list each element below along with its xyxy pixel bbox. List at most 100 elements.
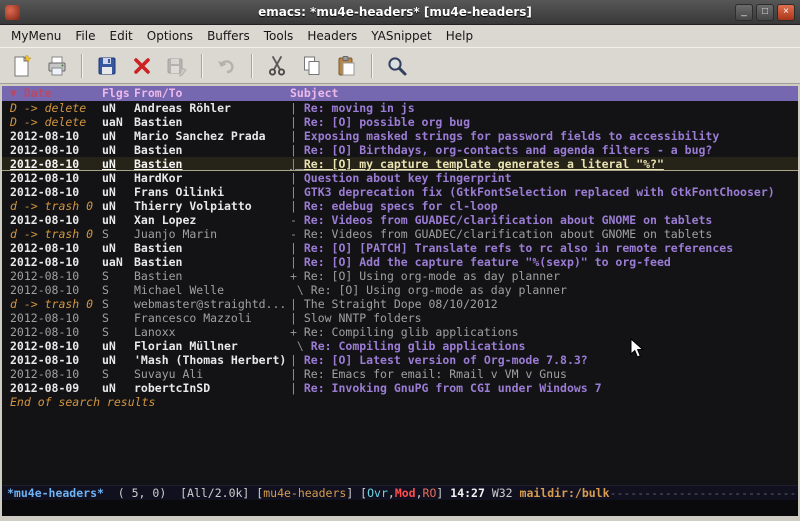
emacs-app-icon: [5, 5, 20, 20]
message-row[interactable]: 2012-08-10 S Suvayu Ali | Re: Emacs for …: [2, 367, 798, 381]
modeline-overwrite-indicator: Ovr: [367, 486, 388, 501]
thread-prefix: |: [290, 311, 304, 325]
column-header-flags[interactable]: Flgs: [102, 86, 134, 101]
message-flags: uN: [102, 339, 134, 353]
message-flags: S: [102, 367, 134, 381]
message-flags: uN: [102, 213, 134, 227]
modeline-buffer-name: *mu4e-headers*: [7, 486, 104, 501]
copy-icon[interactable]: [296, 51, 328, 81]
undo-icon[interactable]: [211, 51, 243, 81]
print-icon[interactable]: [41, 51, 73, 81]
message-from: Lanoxx: [134, 325, 290, 339]
menu-headers[interactable]: Headers: [300, 26, 364, 46]
column-header-date[interactable]: ▼ Date: [2, 86, 102, 101]
message-from: Suvayu Ali: [134, 367, 290, 381]
subject-text: Re: [O] Birthdays, org-contacts and agen…: [304, 143, 713, 157]
emacs-window: emacs: *mu4e-headers* [mu4e-headers] _ □…: [0, 0, 800, 521]
menu-tools[interactable]: Tools: [257, 26, 301, 46]
message-row[interactable]: 2012-08-09 uN robertcInSD | Re: Invoking…: [2, 381, 798, 395]
menu-options[interactable]: Options: [140, 26, 200, 46]
message-from: Andreas Röhler: [134, 101, 290, 115]
message-row[interactable]: d -> trash 0 uN Thierry Volpiatto | Re: …: [2, 199, 798, 213]
message-date-or-mark: 2012-08-10: [2, 185, 102, 199]
message-row[interactable]: D -> delete uN Andreas Röhler | Re: movi…: [2, 101, 798, 115]
menubar: MyMenu File Edit Options Buffers Tools H…: [0, 25, 800, 47]
message-date-or-mark: D -> delete: [2, 101, 102, 115]
modeline-comma: ,: [388, 486, 395, 501]
paste-icon[interactable]: [331, 51, 363, 81]
message-row[interactable]: 2012-08-10 uN HardKor | Question about k…: [2, 171, 798, 185]
message-subject: | Re: Emacs for email: Rmail v VM v Gnus: [290, 367, 798, 381]
message-subject: | Re: moving in js: [290, 101, 798, 115]
message-subject: | Re: [O] my capture template generates …: [290, 157, 798, 171]
toolbar: [0, 47, 800, 84]
thread-prefix: |: [290, 185, 304, 199]
message-row[interactable]: 2012-08-10 S Francesco Mazzoli | Slow NN…: [2, 311, 798, 325]
titlebar[interactable]: emacs: *mu4e-headers* [mu4e-headers] _ □…: [0, 0, 800, 25]
message-flags: uN: [102, 143, 134, 157]
message-row[interactable]: 2012-08-10 uN Bastien | Re: [O] [PATCH] …: [2, 241, 798, 255]
message-row[interactable]: 2012-08-10 uN Xan Lopez - Re: Videos fro…: [2, 213, 798, 227]
menu-yasnippet[interactable]: YASnippet: [364, 26, 439, 46]
message-subject: | Re: [O] possible org bug: [290, 115, 798, 129]
modeline-bracket: [: [256, 486, 263, 501]
subject-text: Re: [O] [PATCH] Translate refs to rc als…: [304, 241, 733, 255]
minimize-button[interactable]: _: [735, 4, 753, 21]
new-file-icon[interactable]: [6, 51, 38, 81]
subject-text: Re: Videos from GUADEC/clarification abo…: [304, 227, 713, 241]
message-row[interactable]: 2012-08-10 S Lanoxx + Re: Compiling glib…: [2, 325, 798, 339]
modeline-filler: --------------------------------------: [610, 486, 798, 501]
thread-prefix: |: [290, 143, 304, 157]
message-row[interactable]: 2012-08-10 uN Bastien | Re: [O] my captu…: [2, 157, 798, 171]
header-line: ▼ Date Flgs From/To Subject: [2, 86, 798, 101]
modeline-bracket: ]: [436, 486, 450, 501]
menu-help[interactable]: Help: [439, 26, 480, 46]
subject-text: Re: [O] Using org-mode as day planner: [304, 269, 560, 283]
modeline-week: W32: [485, 486, 520, 501]
message-row[interactable]: 2012-08-10 uN Bastien | Re: [O] Birthday…: [2, 143, 798, 157]
minibuffer[interactable]: [2, 500, 798, 516]
menu-file[interactable]: File: [68, 26, 102, 46]
close-button[interactable]: ×: [777, 4, 795, 21]
message-row[interactable]: 2012-08-10 uaN Bastien | Re: [O] Add the…: [2, 255, 798, 269]
message-flags: S: [102, 311, 134, 325]
message-flags: uN: [102, 171, 134, 185]
cut-icon[interactable]: [261, 51, 293, 81]
maximize-button[interactable]: □: [756, 4, 774, 21]
message-from: Michael Welle: [134, 283, 290, 297]
column-header-from[interactable]: From/To: [134, 86, 290, 101]
kill-buffer-icon[interactable]: [126, 51, 158, 81]
message-date-or-mark: 2012-08-10: [2, 269, 102, 283]
thread-prefix: \: [290, 283, 311, 297]
message-row[interactable]: D -> delete uaN Bastien | Re: [O] possib…: [2, 115, 798, 129]
message-row[interactable]: 2012-08-10 uN 'Mash (Thomas Herbert) | R…: [2, 353, 798, 367]
message-flags: S: [102, 325, 134, 339]
menu-buffers[interactable]: Buffers: [200, 26, 257, 46]
menu-edit[interactable]: Edit: [103, 26, 140, 46]
message-subject: | Re: [O] Add the capture feature "%(sex…: [290, 255, 798, 269]
thread-prefix: -: [290, 213, 304, 227]
menu-mymenu[interactable]: MyMenu: [4, 26, 68, 46]
message-from: Florian Müllner: [134, 339, 290, 353]
modeline-comma: ,: [416, 486, 423, 501]
message-row[interactable]: 2012-08-10 S Michael Welle \ Re: [O] Usi…: [2, 283, 798, 297]
save-icon[interactable]: [91, 51, 123, 81]
subject-text: Slow NNTP folders: [304, 311, 422, 325]
message-subject: \ Re: Compiling glib applications: [290, 339, 798, 353]
thread-prefix: |: [290, 115, 304, 129]
subject-text: Re: Invoking GnuPG from CGI under Window…: [304, 381, 602, 395]
message-row[interactable]: 2012-08-10 uN Frans Oilinki | GTK3 depre…: [2, 185, 798, 199]
message-row[interactable]: d -> trash 0 S Juanjo Marin - Re: Videos…: [2, 227, 798, 241]
thread-prefix: |: [290, 101, 304, 115]
message-subject: | Question about key fingerprint: [290, 171, 798, 185]
thread-prefix: |: [290, 381, 304, 395]
message-row[interactable]: 2012-08-10 uN Mario Sanchez Prada | Expo…: [2, 129, 798, 143]
column-header-subject[interactable]: Subject: [290, 86, 798, 101]
toolbar-separator: [81, 54, 83, 78]
search-icon[interactable]: [381, 51, 413, 81]
save-as-icon[interactable]: [161, 51, 193, 81]
message-row[interactable]: d -> trash 0 S webmaster@straightd... | …: [2, 297, 798, 311]
message-row[interactable]: 2012-08-10 S Bastien + Re: [O] Using org…: [2, 269, 798, 283]
message-subject: | The Straight Dope 08/10/2012: [290, 297, 798, 311]
message-row[interactable]: 2012-08-10 uN Florian Müllner \ Re: Comp…: [2, 339, 798, 353]
